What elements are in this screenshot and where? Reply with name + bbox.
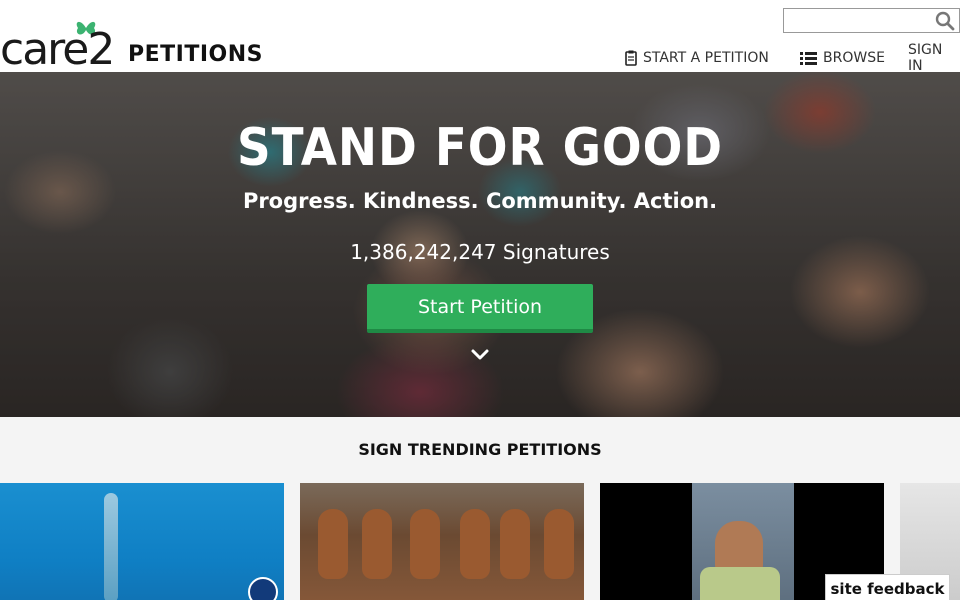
list-icon xyxy=(800,51,817,65)
search-icon[interactable] xyxy=(935,11,955,31)
site-feedback-label: site feedback xyxy=(830,579,945,598)
nav-browse-label: BROWSE xyxy=(823,50,885,66)
trending-section: SIGN TRENDING PETITIONS xyxy=(0,417,960,600)
hero-banner: STAND FOR GOOD Progress. Kindness. Commu… xyxy=(0,72,960,417)
nav-sign-in[interactable]: SIGN IN xyxy=(908,42,960,74)
petition-card-whale[interactable] xyxy=(0,483,284,600)
hero-content: STAND FOR GOOD Progress. Kindness. Commu… xyxy=(0,72,960,417)
logo-petitions-label: PETITIONS xyxy=(128,42,263,67)
nav-signin-label: SIGN IN xyxy=(908,42,943,74)
signature-count: 1,386,242,247 Signatures xyxy=(350,240,610,264)
search-input[interactable] xyxy=(784,9,934,32)
chevron-down-icon[interactable] xyxy=(470,348,490,362)
site-feedback-button[interactable]: site feedback xyxy=(825,574,950,600)
start-petition-label: Start Petition xyxy=(417,295,543,318)
cows-image xyxy=(300,483,584,600)
site-header: care2 PETITIONS START A PETITION BROWSE … xyxy=(0,0,960,74)
nav-start-label: START A PETITION xyxy=(643,50,769,66)
whale-image xyxy=(104,493,118,600)
nav-start-petition[interactable]: START A PETITION xyxy=(625,48,769,68)
care2-logo[interactable]: care2 PETITIONS xyxy=(0,14,263,72)
petition-card-cows[interactable] xyxy=(300,483,584,600)
nav-browse[interactable]: BROWSE xyxy=(800,48,885,68)
search-box xyxy=(783,8,960,33)
logo-word-text: care xyxy=(0,24,89,75)
hero-subtitle: Progress. Kindness. Community. Action. xyxy=(242,189,718,213)
clipboard-icon xyxy=(625,50,637,66)
noaa-logo-icon xyxy=(248,577,278,600)
start-petition-button[interactable]: Start Petition xyxy=(367,284,593,333)
puppy-blanket xyxy=(700,567,780,600)
logo-wordmark: care2 xyxy=(0,28,115,72)
trending-title: SIGN TRENDING PETITIONS xyxy=(358,440,602,459)
hero-title: STAND FOR GOOD xyxy=(236,118,724,178)
logo-number: 2 xyxy=(87,24,115,75)
